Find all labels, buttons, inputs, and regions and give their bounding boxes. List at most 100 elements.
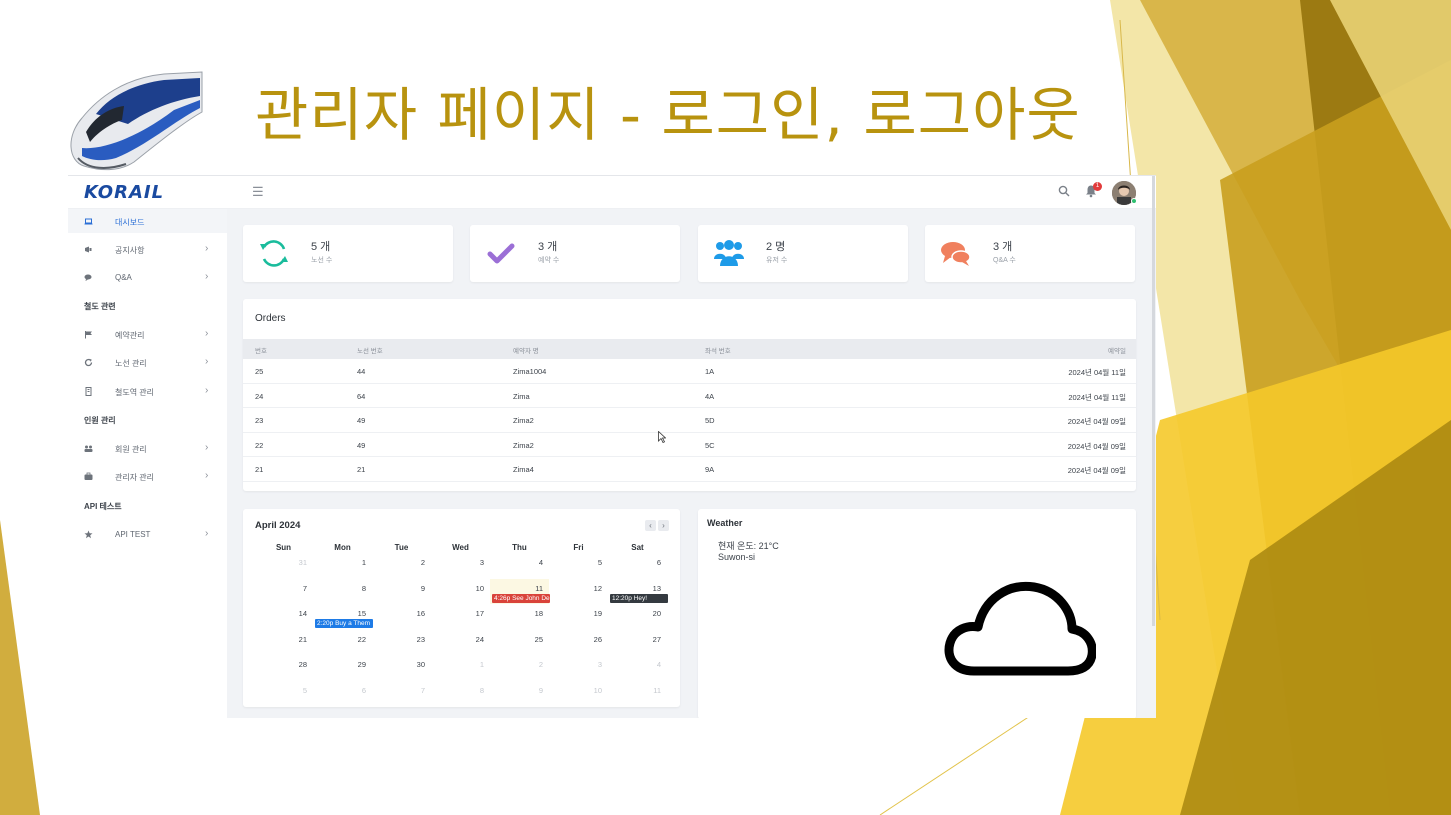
chevron-right-icon: › [205,271,209,282]
calendar-day[interactable]: 6 [313,681,372,706]
calendar-day[interactable]: 22 [313,630,372,655]
calendar-day[interactable]: 5 [254,681,313,706]
calendar-day[interactable]: 10 [549,681,608,706]
table-cell: 25 [255,367,264,376]
table-cell: 21 [255,465,264,474]
calendar-day[interactable]: 16 [372,604,431,629]
calendar-day[interactable]: 28 [254,655,313,680]
table-row[interactable]: 21 21 Zima4 9A 2024년 04월 09일 [243,457,1136,482]
column-header: 예약자 명 [513,348,539,355]
table-row[interactable]: 24 64 Zima 4A 2024년 04월 11일 [243,384,1136,408]
chevron-right-icon: › [205,385,209,396]
calendar-weekday: Sat [631,543,644,552]
scrollbar[interactable] [1152,176,1155,626]
stat-card-users[interactable]: 2 명 유저 수 [698,225,908,282]
sidebar-item-api-test[interactable]: API TEST › [68,522,227,546]
chevron-right-icon: › [205,528,209,539]
table-cell: 2024년 04월 11일 [1068,368,1126,377]
calendar-day-number: 29 [357,660,366,669]
calendar-day[interactable]: 20 [608,604,667,629]
calendar-day[interactable]: 21 [254,630,313,655]
calendar-day[interactable]: 31 [254,553,313,578]
table-row[interactable]: 25 44 Zima1004 1A 2024년 04월 11일 [243,359,1136,384]
table-cell: 5D [705,416,715,425]
calendar-next-button[interactable]: › [658,520,669,531]
calendar-day[interactable]: 29 [313,655,372,680]
calendar-day[interactable]: 2 [372,553,431,578]
calendar-day[interactable]: 11 [608,681,667,706]
stat-label: 예약 수 [538,257,560,264]
calendar-day-number: 5 [302,685,307,695]
calendar-day[interactable]: 12 [549,579,608,604]
calendar-day[interactable]: 17 [431,604,490,629]
calendar-event[interactable]: 2:20p Buy a Them [315,619,373,628]
calendar-day[interactable]: 10 [431,579,490,604]
sidebar: 대시보드 공지사항 › Q&A › 철도 관련 예약관리 › 노선 관리 › 철… [68,209,227,718]
table-row[interactable]: 22 49 Zima2 5C 2024년 04월 09일 [243,433,1136,457]
table-cell: Zima2 [513,416,534,425]
calendar-day[interactable]: 2 [490,655,549,680]
sidebar-item-reservation[interactable]: 예약관리 › [68,322,227,346]
calendar-day-number: 14 [298,609,307,618]
stat-card-qna[interactable]: 3 개 Q&A 수 [925,225,1135,282]
calendar-day[interactable]: 30 [372,655,431,680]
calendar-prev-button[interactable]: ‹ [645,520,656,531]
calendar-day[interactable]: 25 [490,630,549,655]
calendar-day[interactable]: 27 [608,630,667,655]
calendar-day-number: 3 [479,558,484,567]
calendar-day[interactable]: 6 [608,553,667,578]
sidebar-item-route[interactable]: 노선 관리 › [68,350,227,374]
calendar-day[interactable]: 14 [254,604,313,629]
calendar-day[interactable]: 18 [490,604,549,629]
stat-card-routes[interactable]: 5 개 노선 수 [243,225,453,282]
menu-icon[interactable]: ☰ [252,184,264,200]
calendar-day[interactable]: 7 [254,579,313,604]
sidebar-item-members[interactable]: 회원 관리 › [68,436,227,460]
sidebar-item-qna[interactable]: Q&A › [68,265,227,289]
calendar-day[interactable]: 3 [431,553,490,578]
calendar-day[interactable]: 5 [549,553,608,578]
table-cell: 5C [705,440,715,450]
calendar-day-number: 1 [361,558,366,567]
calendar-day[interactable]: 8 [431,681,490,706]
calendar-event[interactable]: 4:26p See John De [492,594,550,603]
table-cell: 22 [255,440,264,450]
column-header: 좌석 번호 [705,348,731,355]
search-icon[interactable] [1058,185,1070,197]
calendar-event[interactable]: 12:20p Hey! [610,594,668,603]
calendar-day-number: 4 [656,660,661,669]
calendar-day[interactable]: 1 [313,553,372,578]
calendar-day[interactable]: 4 [608,655,667,680]
calendar-day[interactable]: 23 [372,630,431,655]
sidebar-item-station[interactable]: 철도역 관리 › [68,379,227,403]
korail-logo[interactable]: KORAIL [84,182,164,203]
calendar-day[interactable]: 7 [372,681,431,706]
calendar-day[interactable]: 9 [372,579,431,604]
sidebar-item-notice[interactable]: 공지사항 › [68,237,227,261]
sidebar-item-label: API TEST [115,530,151,539]
table-cell: 64 [357,391,366,401]
table-cell: Zima1004 [513,367,547,376]
column-header: 번호 [255,348,267,355]
calendar-day[interactable]: 19 [549,604,608,629]
calendar-day[interactable]: 3 [549,655,608,680]
sidebar-item-dashboard[interactable]: 대시보드 [68,209,227,233]
star-icon [84,530,93,539]
weather-title: Weather [707,518,743,528]
calendar-day[interactable]: 26 [549,630,608,655]
chevron-right-icon: › [205,328,209,339]
calendar-day[interactable]: 8 [313,579,372,604]
calendar-day[interactable]: 9 [490,681,549,706]
calendar-day-number: 26 [593,634,602,644]
table-row[interactable]: 23 49 Zima2 5D 2024년 04월 09일 [243,408,1136,433]
calendar-day-number: 16 [416,609,425,618]
calendar-day-number: 30 [416,660,425,669]
calendar-day[interactable]: 1 [431,655,490,680]
sidebar-item-admins[interactable]: 관리자 관리 › [68,464,227,488]
table-cell: 9A [705,465,715,474]
table-cell: 49 [357,440,366,450]
stat-card-reservations[interactable]: 3 개 예약 수 [470,225,680,282]
calendar-day[interactable]: 4 [490,553,549,578]
calendar-day-number: 28 [298,660,307,669]
calendar-day[interactable]: 24 [431,630,490,655]
